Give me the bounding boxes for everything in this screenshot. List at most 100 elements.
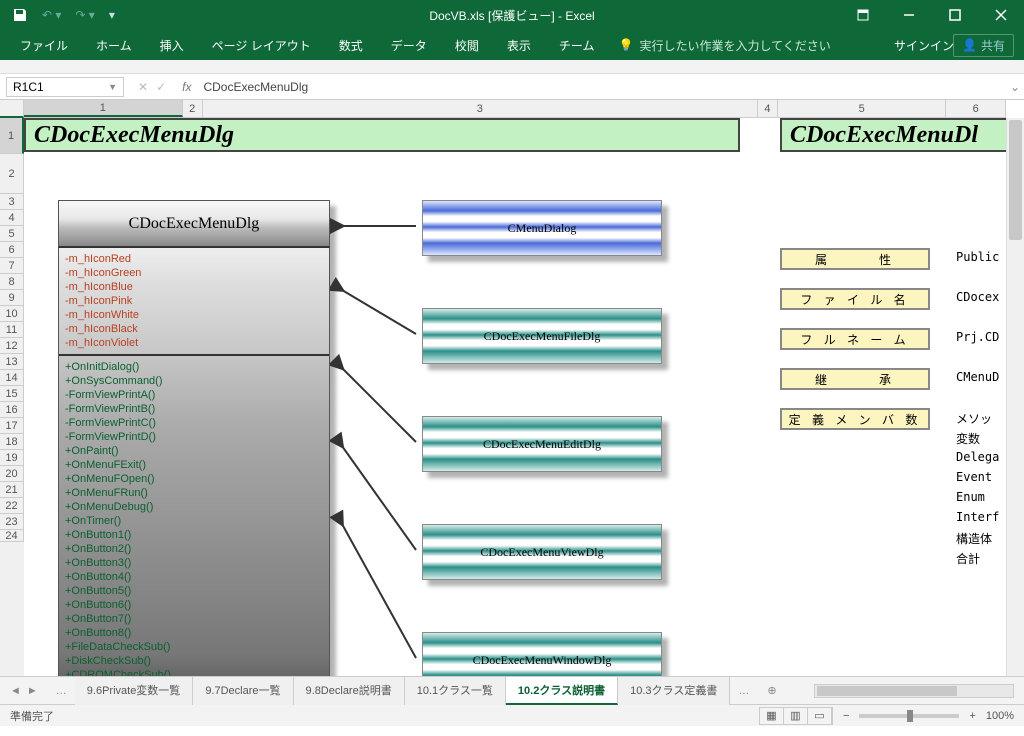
- row-header[interactable]: 19: [0, 450, 24, 466]
- tab-file[interactable]: ファイル: [6, 30, 82, 60]
- row-header[interactable]: 8: [0, 274, 24, 290]
- sheet-prev-icon[interactable]: ◄: [10, 685, 21, 697]
- sheet-more-left[interactable]: …: [48, 685, 75, 697]
- member-private: -m_hIconPink: [65, 294, 323, 308]
- minimize-button[interactable]: [886, 0, 932, 30]
- tab-home[interactable]: ホーム: [82, 30, 146, 60]
- redo-icon[interactable]: ↷ ▾: [75, 8, 94, 22]
- prop-value: 合計: [956, 550, 980, 567]
- chevron-down-icon[interactable]: ▼: [108, 82, 117, 92]
- horizontal-scrollbar[interactable]: [814, 684, 1014, 698]
- page-break-button[interactable]: ▭: [808, 708, 832, 724]
- undo-icon[interactable]: ↶ ▾: [42, 8, 61, 22]
- col-header[interactable]: 2: [183, 100, 203, 117]
- zoom-in-button[interactable]: +: [969, 710, 975, 722]
- sheet-tab[interactable]: 9.6Private変数一覧: [75, 677, 194, 705]
- add-sheet-button[interactable]: ⊕: [757, 684, 786, 697]
- row-header[interactable]: 17: [0, 418, 24, 434]
- page-title-1: CDocExecMenuDlg: [24, 118, 740, 152]
- sheet-next-icon[interactable]: ►: [27, 685, 38, 697]
- col-header[interactable]: 1: [24, 100, 183, 117]
- expand-formula-icon[interactable]: ⌄: [1006, 80, 1024, 94]
- cancel-icon[interactable]: ✕: [138, 80, 148, 94]
- column-headers[interactable]: 123456: [24, 100, 1006, 118]
- enter-icon[interactable]: ✓: [156, 80, 166, 94]
- tab-view[interactable]: 表示: [493, 30, 545, 60]
- row-header[interactable]: 16: [0, 402, 24, 418]
- tab-data[interactable]: データ: [377, 30, 441, 60]
- normal-view-button[interactable]: ▦: [760, 708, 784, 724]
- formula-input[interactable]: CDocExecMenuDlg: [197, 78, 1006, 96]
- row-header[interactable]: 6: [0, 242, 24, 258]
- row-header[interactable]: 13: [0, 354, 24, 370]
- page-layout-button[interactable]: ▥: [784, 708, 808, 724]
- member-private: -m_hIconBlue: [65, 280, 323, 294]
- row-header[interactable]: 20: [0, 466, 24, 482]
- tab-pagelayout[interactable]: ページ レイアウト: [198, 30, 325, 60]
- tab-insert[interactable]: 挿入: [146, 30, 198, 60]
- worksheet[interactable]: 123456 123456789101112131415161718192021…: [0, 100, 1024, 676]
- sheet-nav[interactable]: ◄►: [0, 685, 48, 697]
- row-header[interactable]: 24: [0, 530, 24, 542]
- close-button[interactable]: [978, 0, 1024, 30]
- tab-review[interactable]: 校閲: [441, 30, 493, 60]
- maximize-button[interactable]: [932, 0, 978, 30]
- sheet-tabs: 9.6Private変数一覧9.7Declare一覧9.8Declare説明書1…: [75, 677, 731, 705]
- member-public: +OnButton5(): [65, 584, 323, 598]
- sheet-tab[interactable]: 10.3クラス定義書: [618, 677, 730, 705]
- prop-value: Prj.CD: [956, 330, 999, 344]
- row-header[interactable]: 22: [0, 498, 24, 514]
- row-header[interactable]: 18: [0, 434, 24, 450]
- prop-value: 変数: [956, 430, 980, 447]
- zoom-thumb[interactable]: [907, 710, 913, 722]
- row-header[interactable]: 5: [0, 226, 24, 242]
- vertical-scrollbar[interactable]: [1006, 118, 1024, 676]
- qat-customize-icon[interactable]: ▾: [109, 8, 115, 22]
- row-header[interactable]: 2: [0, 154, 24, 194]
- member-public: +OnButton6(): [65, 598, 323, 612]
- name-box[interactable]: R1C1▼: [6, 77, 124, 97]
- row-header[interactable]: 11: [0, 322, 24, 338]
- grid[interactable]: CDocExecMenuDlg CDocExecMenuDl CDocExecM…: [24, 118, 1006, 676]
- zoom-out-button[interactable]: −: [843, 710, 849, 722]
- share-button[interactable]: 👤共有: [953, 34, 1014, 57]
- col-header[interactable]: 3: [203, 100, 758, 117]
- member-public: +FileDataCheckSub(): [65, 640, 323, 654]
- row-header[interactable]: 15: [0, 386, 24, 402]
- tell-me[interactable]: 💡実行したい作業を入力してください: [618, 37, 830, 54]
- scroll-thumb[interactable]: [1009, 120, 1022, 240]
- row-header[interactable]: 14: [0, 370, 24, 386]
- row-header[interactable]: 3: [0, 194, 24, 210]
- col-header[interactable]: 6: [946, 100, 1006, 117]
- prop-value: CMenuD: [956, 370, 999, 384]
- col-header[interactable]: 4: [758, 100, 778, 117]
- scroll-thumb[interactable]: [817, 686, 957, 696]
- member-public: +OnMenuFOpen(): [65, 472, 323, 486]
- tab-formulas[interactable]: 数式: [325, 30, 377, 60]
- row-header[interactable]: 7: [0, 258, 24, 274]
- sheet-tab[interactable]: 10.2クラス説明書: [506, 677, 618, 705]
- save-icon[interactable]: [12, 7, 28, 23]
- signin-link[interactable]: サインイン: [894, 37, 954, 54]
- ribbon-options-icon[interactable]: [840, 0, 886, 30]
- row-header[interactable]: 9: [0, 290, 24, 306]
- select-all-corner[interactable]: [0, 100, 24, 118]
- fx-icon[interactable]: fx: [176, 80, 197, 94]
- col-header[interactable]: 5: [778, 100, 947, 117]
- relationship-arrows: [330, 200, 422, 676]
- row-header[interactable]: 4: [0, 210, 24, 226]
- row-headers[interactable]: 123456789101112131415161718192021222324: [0, 118, 24, 676]
- class-members: -m_hIconRed-m_hIconGreen-m_hIconBlue-m_h…: [58, 248, 330, 676]
- row-header[interactable]: 21: [0, 482, 24, 498]
- row-header[interactable]: 12: [0, 338, 24, 354]
- sheet-tab[interactable]: 9.8Declare説明書: [294, 677, 405, 705]
- prop-label: 属 性: [780, 248, 930, 270]
- zoom-slider[interactable]: [859, 714, 959, 718]
- sheet-tab[interactable]: 10.1クラス一覧: [405, 677, 506, 705]
- sheet-tab[interactable]: 9.7Declare一覧: [193, 677, 293, 705]
- row-header[interactable]: 23: [0, 514, 24, 530]
- sheet-more-right[interactable]: …: [730, 685, 757, 697]
- row-header[interactable]: 10: [0, 306, 24, 322]
- tab-team[interactable]: チーム: [545, 30, 609, 60]
- row-header[interactable]: 1: [0, 118, 24, 154]
